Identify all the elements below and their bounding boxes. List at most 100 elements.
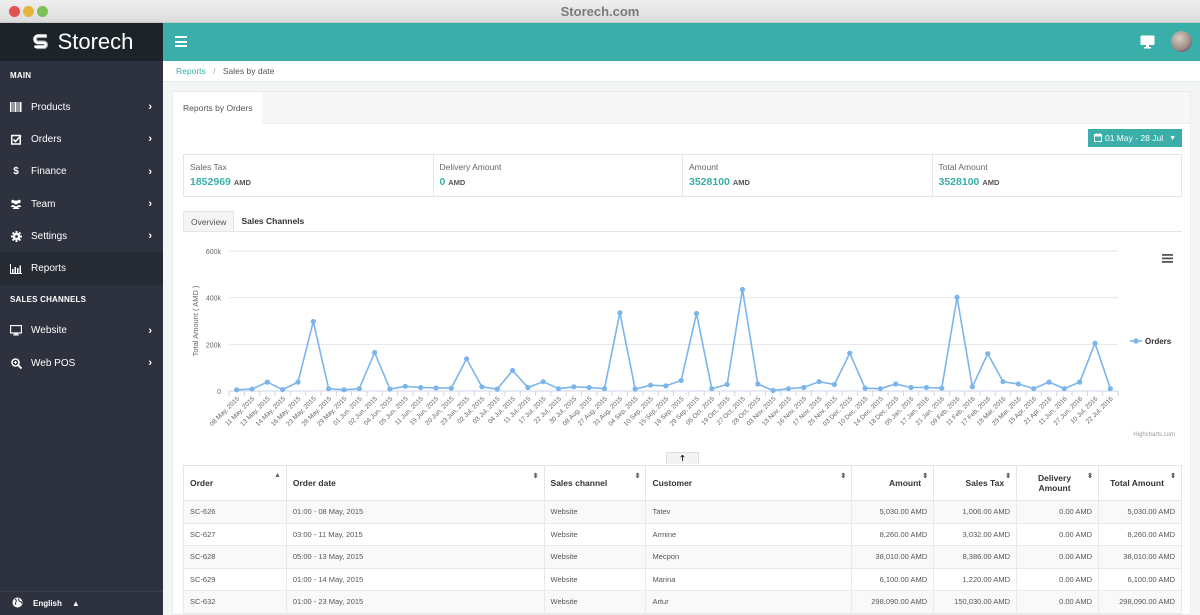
stat-delivery-amount: Delivery Amount 0 AMD — [434, 155, 683, 196]
table-row[interactable]: SC-632 01:00 - 23 May, 2015 Website Artur 29… — [183, 590, 1182, 614]
data-point — [770, 387, 776, 394]
data-point — [663, 383, 669, 389]
data-point — [709, 386, 715, 392]
data-point — [1107, 386, 1113, 392]
date-range-label: 01 May - 28 Jul — [1104, 133, 1164, 143]
column-header-delivery-amount[interactable]: Delivery Amount ⬍ — [1016, 465, 1099, 501]
monitor-icon[interactable] — [1140, 35, 1155, 49]
sidebar-item-finance[interactable]: $ Finance › — [0, 156, 163, 188]
chart-menu-icon[interactable] — [1162, 254, 1173, 263]
data-point — [632, 386, 638, 392]
data-point — [356, 386, 362, 392]
caret-up-icon: ▲ — [71, 599, 80, 608]
data-point — [954, 294, 960, 300]
table-cell: 1,220.00 AMD — [933, 567, 1018, 591]
sidebar-item-label: Finance — [31, 166, 67, 178]
sidebar-item-products[interactable]: Products › — [0, 91, 163, 123]
sort-icon: ⬍ — [840, 473, 847, 480]
y-tick-label: 200k — [206, 342, 222, 349]
breadcrumb-reports-link[interactable]: Reports — [176, 66, 206, 76]
column-header-order-date[interactable]: Order date ⬍ — [285, 465, 545, 501]
data-point — [601, 386, 608, 392]
bar-chart-icon — [10, 263, 22, 275]
data-point — [494, 386, 500, 392]
scroll-up-button[interactable]: 🡑 — [666, 452, 699, 464]
column-header-total-amount[interactable]: Total Amount ⬍ — [1098, 465, 1182, 501]
data-point — [280, 386, 286, 393]
table-cell: 8,260.00 AMD — [851, 522, 935, 546]
data-point — [801, 384, 807, 391]
table-cell: 0.00 AMD — [1016, 522, 1099, 546]
language-label: English — [33, 599, 62, 608]
top-navbar — [163, 23, 1200, 61]
data-point — [509, 367, 516, 374]
monitor-icon — [10, 325, 22, 337]
sidebar-item-orders[interactable]: Orders › — [0, 123, 163, 155]
data-point — [816, 379, 822, 385]
tab-sales-channels[interactable]: Sales Channels — [234, 211, 311, 231]
table-row[interactable]: SC-626 01:00 - 08 May, 2015 Website Tatev 5,… — [183, 500, 1182, 524]
table-cell: Website — [543, 500, 647, 524]
sidebar-item-web-pos[interactable]: Web POS › — [0, 347, 163, 379]
tab-overview[interactable]: Overview — [183, 211, 235, 231]
date-range-picker[interactable]: 01 May - 28 Jul ▼ — [1088, 129, 1182, 147]
search-plus-icon — [10, 357, 22, 369]
table-row[interactable]: SC-629 01:00 - 14 May, 2015 Website Marina 6… — [183, 567, 1182, 591]
y-tick-label: 600k — [206, 249, 222, 256]
sort-icon: ⬍ — [1005, 473, 1012, 480]
data-point — [417, 384, 424, 391]
stat-label: Total Amount — [938, 162, 988, 172]
sidebar-item-label: Products — [31, 101, 71, 113]
table-cell: 6,100.00 AMD — [851, 567, 935, 591]
data-point — [755, 381, 761, 387]
table-cell: SC-632 — [183, 590, 287, 614]
table-cell: 01:00 - 08 May, 2015 — [285, 500, 545, 524]
column-header-sales-channel[interactable]: Sales channel ⬍ — [543, 465, 647, 501]
user-avatar[interactable] — [1171, 31, 1192, 52]
data-point — [785, 386, 792, 392]
data-point — [617, 310, 623, 316]
globe-icon — [12, 597, 23, 610]
table-cell: 8,386.00 AMD — [933, 545, 1018, 569]
data-point — [586, 384, 592, 391]
language-selector[interactable]: English ▲ — [0, 591, 163, 615]
panel-header: Reports by Orders — [173, 92, 1190, 124]
chevron-right-icon: › — [148, 101, 152, 114]
data-point — [249, 386, 255, 392]
data-point — [739, 286, 746, 293]
sidebar-item-reports[interactable]: Reports — [0, 252, 163, 285]
summary-stats: Sales Tax 1852969 AMD Delivery Amount 0 … — [183, 154, 1182, 197]
column-header-amount[interactable]: Amount ⬍ — [851, 465, 935, 501]
column-header-order[interactable]: Order ▲ — [183, 465, 287, 501]
series-line-orders — [236, 289, 1112, 392]
sidebar-item-website[interactable]: Website › — [0, 315, 163, 347]
column-header-customer[interactable]: Customer ⬍ — [645, 465, 853, 501]
data-point — [1015, 381, 1021, 387]
sidebar-item-label: Reports — [31, 263, 67, 275]
data-point — [1061, 386, 1067, 392]
table-cell: 01:00 - 14 May, 2015 — [285, 567, 545, 591]
column-header-sales-tax[interactable]: Sales Tax ⬍ — [933, 465, 1018, 501]
arrow-up-icon: 🡑 — [680, 454, 685, 463]
sidebar-item-settings[interactable]: Settings › — [0, 220, 163, 252]
sort-icon: ⬍ — [922, 473, 929, 480]
calendar-icon — [1093, 132, 1102, 144]
data-point — [555, 386, 562, 392]
brand-logo[interactable]: Storech — [0, 23, 163, 61]
sidebar-item-team[interactable]: Team › — [0, 188, 163, 220]
tab-reports-by-orders[interactable]: Reports by Orders — [173, 92, 263, 124]
legend-marker — [1133, 338, 1139, 344]
menu-toggle-icon[interactable] — [175, 36, 187, 47]
table-row[interactable]: SC-628 05:00 - 13 May, 2015 Website Мecpon 3… — [183, 545, 1182, 569]
users-icon — [10, 198, 22, 210]
data-point — [540, 379, 546, 385]
table-cell: 1,006.00 AMD — [933, 500, 1018, 524]
table-header-row: Order ▲ Order date ⬍ Sales channel ⬍ Custom… — [183, 465, 1182, 501]
table-cell: 38,010.00 AMD — [851, 545, 935, 569]
table-row[interactable]: SC-627 03:00 - 11 May, 2015 Website Armine 8… — [183, 522, 1182, 546]
table-cell: SC-628 — [183, 545, 287, 569]
table-cell: 6,100.00 AMD — [1098, 567, 1182, 591]
sort-icon: ⬍ — [1087, 473, 1093, 480]
sidebar-item-label: Orders — [31, 133, 62, 145]
chevron-right-icon: › — [148, 324, 152, 337]
